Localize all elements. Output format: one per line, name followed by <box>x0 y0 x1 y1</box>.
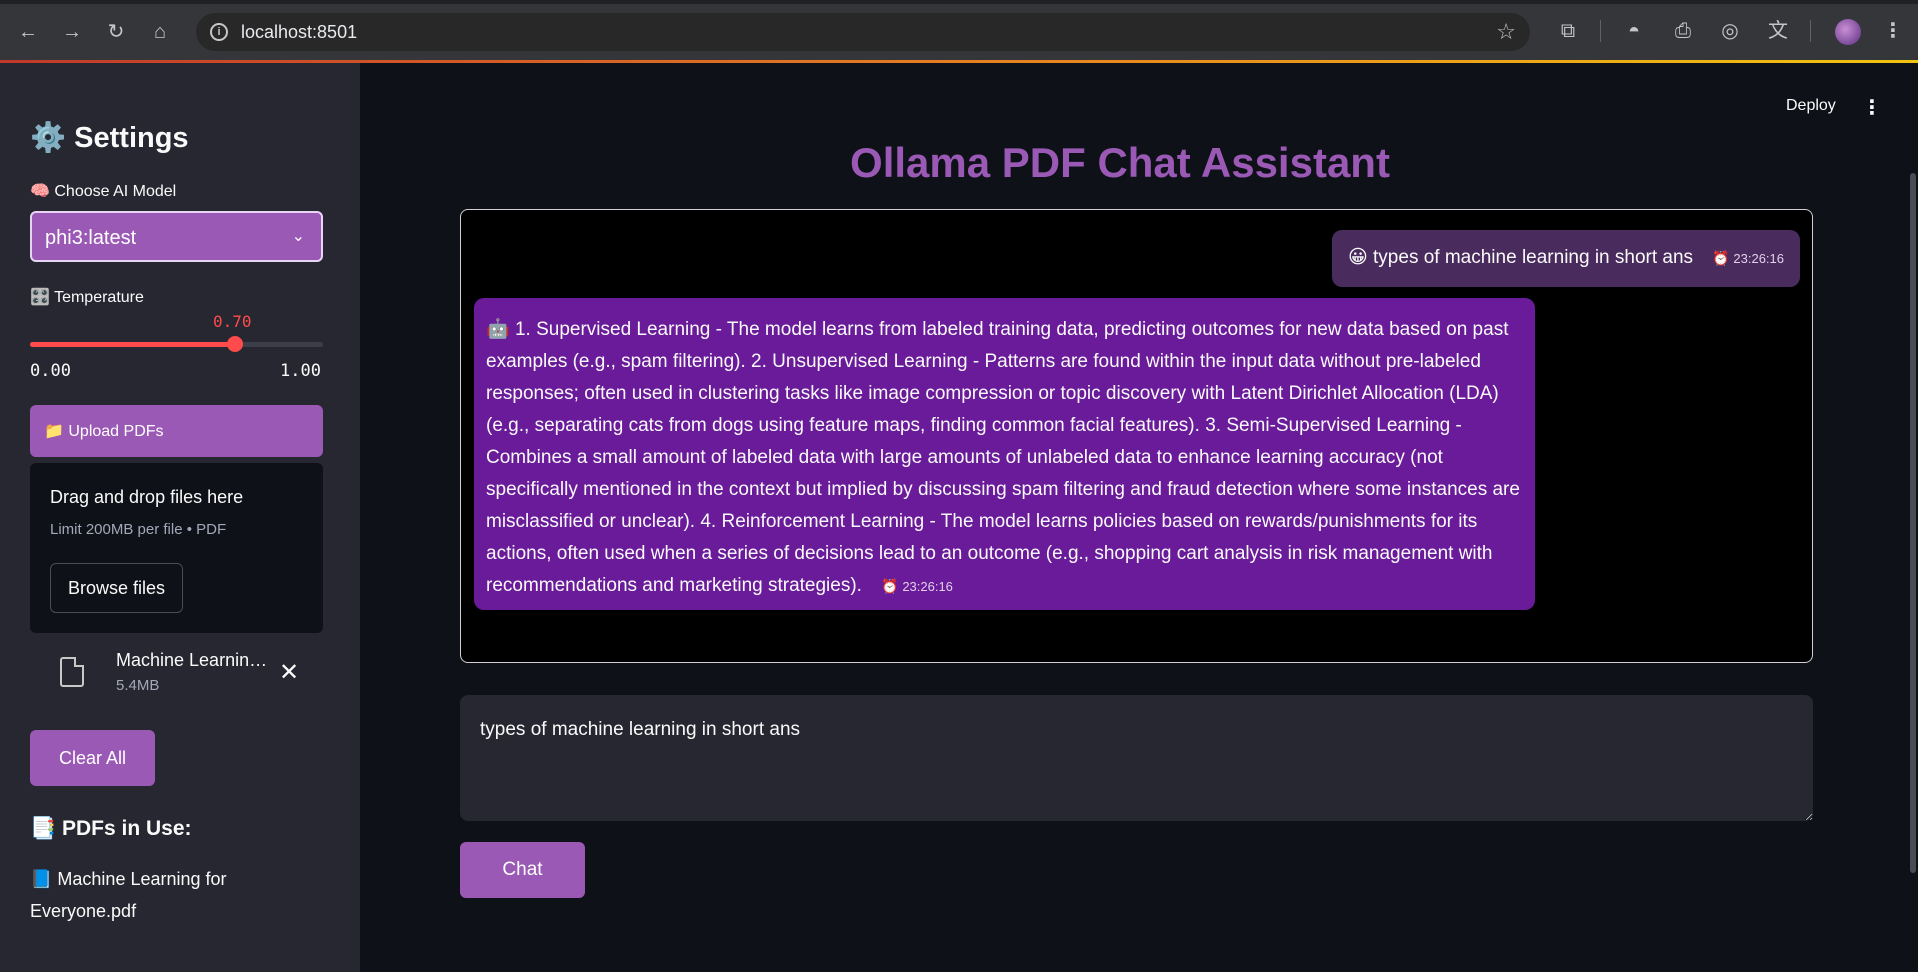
profile-avatar[interactable] <box>1835 19 1861 45</box>
temperature-min: 0.00 <box>30 361 71 381</box>
temperature-max: 1.00 <box>280 361 321 381</box>
assistant-message-time: 23:26:16 <box>902 579 953 594</box>
forward-icon[interactable]: → <box>60 20 84 44</box>
dropzone-limit: Limit 200MB per file • PDF <box>50 521 227 538</box>
site-info-icon[interactable]: i <box>210 23 228 41</box>
alarm-clock-icon: ⏰ <box>881 578 899 594</box>
model-select[interactable]: phi3:latest ⌄ <box>30 211 323 262</box>
pdfs-in-use-title: 📑 PDFs in Use: <box>30 817 192 840</box>
sidebar: ⚙️ Settings 🧠 Choose AI Model phi3:lates… <box>0 63 360 972</box>
model-select-value[interactable]: phi3:latest <box>45 227 136 250</box>
home-icon[interactable]: ⌂ <box>148 20 172 44</box>
user-message: 😀 types of machine learning in short ans… <box>1331 230 1800 287</box>
pdf-in-use-item: 📘 Machine Learning for Everyone.pdf <box>30 869 227 921</box>
model-label: 🧠 Choose AI Model <box>30 183 177 200</box>
page-title: Ollama PDF Chat Assistant <box>850 139 1390 186</box>
user-message-time: 23:26:16 <box>1733 251 1784 266</box>
bookmark-star-icon[interactable]: ☆ <box>1496 19 1516 45</box>
back-icon[interactable]: ← <box>16 20 40 44</box>
temperature-slider-fill <box>30 342 236 347</box>
browse-files-button[interactable]: Browse files <box>50 563 183 613</box>
dropzone-title: Drag and drop files here <box>50 487 244 507</box>
chevron-down-icon[interactable]: ⌄ <box>292 226 305 246</box>
temperature-label: 🎛️ Temperature <box>30 289 144 306</box>
deploy-button[interactable]: Deploy <box>1786 97 1836 115</box>
user-message-text: types of machine learning in short ans <box>1373 247 1694 268</box>
main-content: Deploy ⋮ Ollama PDF Chat Assistant 😀 typ… <box>360 63 1918 972</box>
extensions-icon[interactable]: ⧉ <box>1555 18 1581 44</box>
assistant-emoji: 🤖 <box>486 319 510 340</box>
user-emoji: 😀 <box>1347 247 1368 268</box>
incognito-icon[interactable]: ◓ <box>1621 18 1647 44</box>
chat-input[interactable] <box>460 695 1813 821</box>
temperature-value: 0.70 <box>213 312 252 331</box>
assistant-message-text: 1. Supervised Learning - The model learn… <box>486 319 1520 596</box>
clear-all-button[interactable]: Clear All <box>30 730 155 786</box>
uploaded-file-size: 5.4MB <box>116 677 160 694</box>
toolbar-separator <box>1600 20 1601 42</box>
screenshot-icon[interactable]: ◎ <box>1717 18 1743 44</box>
reload-icon[interactable]: ↻ <box>104 20 128 44</box>
temperature-slider-thumb[interactable] <box>227 336 244 352</box>
sidebar-title: ⚙️ Settings <box>30 122 189 154</box>
assistant-message: 🤖 1. Supervised Learning - The model lea… <box>474 298 1535 610</box>
remove-file-icon[interactable]: ✕ <box>279 658 299 687</box>
toolbar-separator <box>1810 20 1811 42</box>
browser-toolbar: ← → ↻ ⌂ i localhost:8501 ☆ ⧉ ◓ ⎙ ◎ 文 ⋮ <box>0 0 1918 63</box>
upload-expander[interactable]: 📁 Upload PDFs <box>30 405 323 457</box>
address-url[interactable]: localhost:8501 <box>241 22 357 43</box>
upload-label[interactable]: 📁 Upload PDFs <box>44 421 164 441</box>
chat-button[interactable]: Chat <box>460 842 585 898</box>
uploaded-file-name: Machine Learning for Everyone.pdf <box>116 650 276 670</box>
app-menu-icon[interactable]: ⋮ <box>1862 95 1882 120</box>
browser-menu-icon[interactable]: ⋮ <box>1880 18 1906 44</box>
translate-icon[interactable]: 文 <box>1765 18 1791 44</box>
address-bar[interactable]: i localhost:8501 ☆ <box>196 13 1530 51</box>
temperature-slider[interactable] <box>30 336 323 352</box>
chat-history: 😀 types of machine learning in short ans… <box>460 209 1813 663</box>
file-icon <box>60 657 84 687</box>
tab-strip <box>0 0 1918 4</box>
alarm-clock-icon: ⏰ <box>1712 250 1730 266</box>
page-scrollbar[interactable] <box>1910 173 1916 873</box>
print-icon[interactable]: ⎙ <box>1670 18 1696 44</box>
file-dropzone[interactable]: Drag and drop files here Limit 200MB per… <box>30 463 323 633</box>
